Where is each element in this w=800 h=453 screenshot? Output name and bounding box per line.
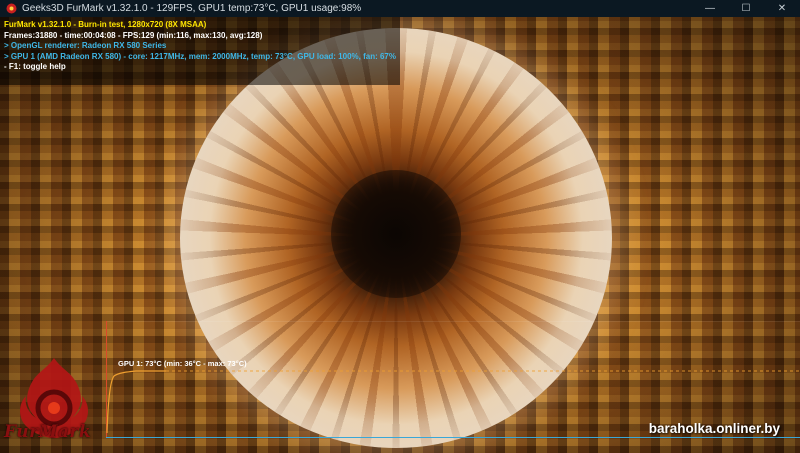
title-bar[interactable]: Geeks3D FurMark v1.32.1.0 - 129FPS, GPU1… bbox=[0, 0, 800, 17]
furmark-window: Geeks3D FurMark v1.32.1.0 - 129FPS, GPU1… bbox=[0, 0, 800, 453]
window-controls: — ☐ ✕ bbox=[692, 0, 800, 17]
overlay-frames-line: Frames:31880 - time:00:04:08 - FPS:129 (… bbox=[4, 30, 263, 40]
graph-label: GPU 1: 73°C (min: 36°C - max: 73°C) bbox=[118, 359, 247, 368]
window-title: Geeks3D FurMark v1.32.1.0 - 129FPS, GPU1… bbox=[22, 3, 362, 14]
fur-center-hole bbox=[331, 170, 461, 298]
minimize-button[interactable]: — bbox=[692, 0, 728, 17]
furmark-app-icon bbox=[5, 3, 17, 15]
watermark: baraholka.onliner.by bbox=[648, 421, 780, 436]
overlay-title-line: FurMark v1.32.1.0 - Burn-in test, 1280x7… bbox=[4, 20, 207, 29]
overlay-renderer-line: > OpenGL renderer: Radeon RX 580 Series bbox=[4, 41, 167, 50]
info-overlay: FurMark v1.32.1.0 - Burn-in test, 1280x7… bbox=[4, 20, 396, 73]
overlay-help-line: - F1: toggle help bbox=[4, 62, 66, 71]
overlay-gpu-line: > GPU 1 (AMD Radeon RX 580) - core: 1217… bbox=[4, 51, 396, 61]
maximize-button[interactable]: ☐ bbox=[728, 0, 764, 17]
furmark-logo-text: FurMark bbox=[4, 422, 92, 442]
temperature-curve bbox=[106, 370, 166, 434]
close-button[interactable]: ✕ bbox=[764, 0, 800, 17]
